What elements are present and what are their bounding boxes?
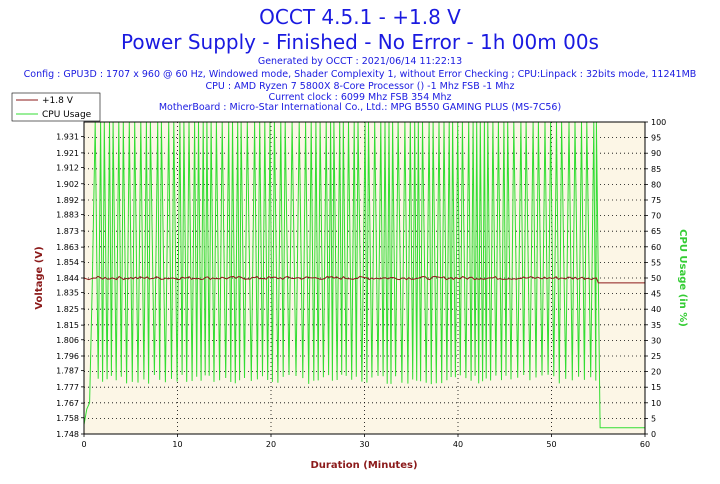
y-left-tick-label: 1.796 <box>56 352 79 361</box>
y-right-tick-label: 70 <box>651 212 661 221</box>
y-axis-left-label: Voltage (V) <box>34 246 45 309</box>
y-left-tick-label: 1.931 <box>56 133 79 142</box>
x-tick-label: 10 <box>172 440 182 449</box>
y-right-tick-label: 55 <box>651 258 661 267</box>
y-left-tick-label: 1.863 <box>56 243 79 252</box>
x-tick-label: 40 <box>453 440 463 449</box>
y-left-tick-label: 1.748 <box>56 430 79 439</box>
info-generated: Generated by OCCT : 2021/06/14 11:22:13 <box>258 56 462 67</box>
occt-graph: OCCT 4.5.1 - +1.8 V Power Supply - Finis… <box>0 0 720 480</box>
y-right-tick-label: 25 <box>651 352 661 361</box>
y-left-tick-label: 1.883 <box>56 211 79 220</box>
chart-title-line2: Power Supply - Finished - No Error - 1h … <box>121 30 599 54</box>
y-right-tick-label: 90 <box>651 149 661 158</box>
y-left-tick-label: 1.892 <box>56 196 79 205</box>
y-right-tick-label: 50 <box>651 274 661 283</box>
y-left-tick-label: 1.854 <box>56 258 79 267</box>
x-tick-label: 20 <box>266 440 276 449</box>
y-left-tick-label: 1.777 <box>56 383 79 392</box>
y-right-tick-label: 20 <box>651 368 661 377</box>
y-right-tick-label: 30 <box>651 336 661 345</box>
y-left-tick-label: 1.787 <box>56 367 79 376</box>
y-axis-right-label: CPU Usage (in %) <box>677 229 688 327</box>
y-right-tick-label: 60 <box>651 243 661 252</box>
y-left-tick-label: 1.767 <box>56 399 79 408</box>
chart-svg: OCCT 4.5.1 - +1.8 V Power Supply - Finis… <box>11 5 697 471</box>
y-right-tick-label: 15 <box>651 383 661 392</box>
x-axis-label: Duration (Minutes) <box>310 460 417 471</box>
x-tick-label: 60 <box>640 440 650 449</box>
y-right-tick-label: 45 <box>651 290 661 299</box>
legend-label-voltage: +1.8 V <box>42 96 74 106</box>
y-left-tick-label: 1.902 <box>56 180 79 189</box>
y-right-tick-label: 35 <box>651 321 661 330</box>
legend-label-cpu: CPU Usage <box>42 110 92 120</box>
y-right-tick-label: 100 <box>651 118 666 127</box>
y-left-tick-label: 1.815 <box>56 321 79 330</box>
y-left-tick-label: 1.844 <box>56 274 79 283</box>
y-left-tick-label: 1.806 <box>56 336 79 345</box>
y-right-tick-label: 40 <box>651 305 661 314</box>
x-tick-label: 0 <box>81 440 86 449</box>
x-tick-label: 50 <box>546 440 556 449</box>
y-right-tick-label: 95 <box>651 134 661 143</box>
y-right-tick-label: 5 <box>651 414 656 423</box>
y-left-tick-label: 1.835 <box>56 289 79 298</box>
info-cpu: CPU : AMD Ryzen 7 5800X 8-Core Processor… <box>206 81 515 92</box>
y-left-tick-label: 1.921 <box>56 149 79 158</box>
y-right-tick-label: 10 <box>651 399 661 408</box>
y-left-tick-label: 1.758 <box>56 414 79 423</box>
chart-title-line1: OCCT 4.5.1 - +1.8 V <box>259 5 461 29</box>
legend: +1.8 V CPU Usage <box>11 92 101 122</box>
info-config: Config : GPU3D : 1707 x 960 @ 60 Hz, Win… <box>24 69 697 80</box>
y-left-tick-label: 1.873 <box>56 227 79 236</box>
y-right-tick-label: 75 <box>651 196 661 205</box>
x-tick-label: 30 <box>359 440 369 449</box>
y-right-tick-label: 80 <box>651 180 661 189</box>
y-right-tick-label: 65 <box>651 227 661 236</box>
y-right-tick-label: 0 <box>651 430 656 439</box>
info-motherboard: MotherBoard : Micro-Star International C… <box>159 102 561 113</box>
y-left-tick-label: 1.912 <box>56 164 79 173</box>
y-right-tick-label: 85 <box>651 165 661 174</box>
y-left-tick-label: 1.825 <box>56 305 79 314</box>
